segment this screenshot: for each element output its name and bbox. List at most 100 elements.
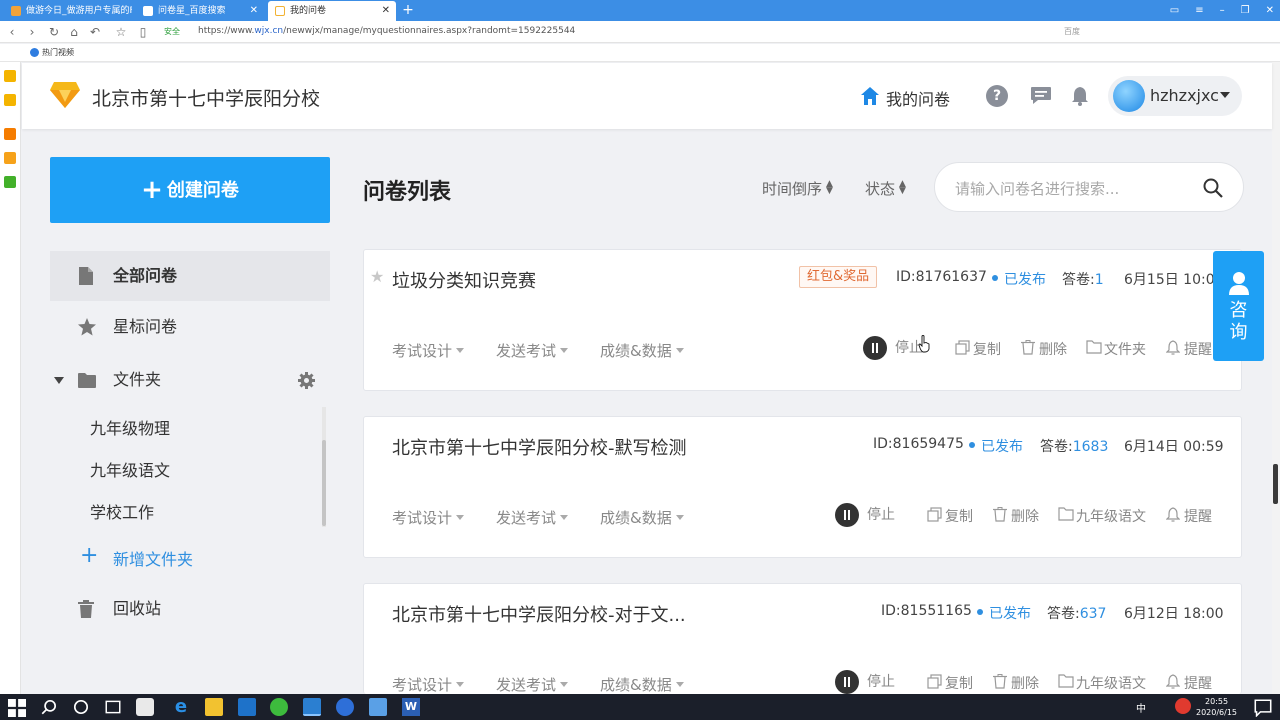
weibo-icon[interactable] <box>4 152 16 164</box>
answer-count[interactable]: 答卷:1683 <box>1040 436 1108 456</box>
ime-indicator[interactable]: 中 <box>1136 700 1146 715</box>
message-icon[interactable] <box>1030 86 1052 106</box>
notification-icon[interactable] <box>1254 699 1272 717</box>
browser-tab-3[interactable]: 我的问卷 ✕ <box>268 1 396 21</box>
copy-button[interactable]: 复制 <box>955 339 1001 359</box>
copy-button[interactable]: 复制 <box>927 506 973 526</box>
gear-icon[interactable] <box>298 372 315 389</box>
wechat-icon[interactable] <box>270 698 288 716</box>
design-dropdown[interactable]: 考试设计 <box>392 340 464 361</box>
sidebar-item-recycle-bin[interactable]: 回收站 <box>50 584 330 634</box>
url-field[interactable]: https://www.wjx.cn/newwjx/manage/myquest… <box>198 26 575 36</box>
search-icon[interactable] <box>40 698 58 716</box>
user-menu[interactable]: hzhzxjxc <box>1108 76 1242 116</box>
star-icon[interactable]: ☆ <box>114 24 128 40</box>
move-folder-button[interactable]: 文件夹 <box>1086 339 1146 359</box>
close-icon[interactable]: ✕ <box>250 1 258 21</box>
taskbar-clock[interactable]: 20:55 2020/6/15 <box>1196 696 1237 718</box>
subfolder-item[interactable]: 学校工作 <box>90 499 154 523</box>
move-folder-button[interactable]: 九年级语文 <box>1058 506 1146 526</box>
remind-button[interactable]: 提醒 <box>1166 339 1212 359</box>
app-icon[interactable] <box>4 176 16 188</box>
close-icon[interactable]: ✕ <box>382 1 390 21</box>
design-dropdown[interactable]: 考试设计 <box>392 674 464 695</box>
bookmark-item[interactable]: 热门视频 <box>30 47 74 58</box>
close-icon[interactable]: ✕ <box>1266 0 1274 21</box>
send-dropdown[interactable]: 发送考试 <box>496 507 568 528</box>
app-icon[interactable] <box>336 698 354 716</box>
subfolder-item[interactable]: 九年级物理 <box>90 415 170 439</box>
answer-count[interactable]: 答卷:637 <box>1047 603 1106 623</box>
send-dropdown[interactable]: 发送考试 <box>496 340 568 361</box>
sort-by-time[interactable]: 时间倒序 ▲ ▼ <box>762 178 833 199</box>
file-explorer-icon[interactable] <box>205 698 223 716</box>
answer-count[interactable]: 答卷:1 <box>1062 269 1104 289</box>
delete-button[interactable]: 删除 <box>1021 339 1067 359</box>
home-icon[interactable]: ⌂ <box>67 24 81 40</box>
stop-button[interactable]: 停止 <box>835 670 895 694</box>
design-dropdown[interactable]: 考试设计 <box>392 507 464 528</box>
move-folder-button[interactable]: 九年级语文 <box>1058 673 1146 693</box>
app-icon[interactable] <box>369 698 387 716</box>
create-survey-button[interactable]: + 创建问卷 <box>50 157 330 223</box>
star-icon[interactable]: ★ <box>370 267 384 286</box>
stop-button[interactable]: 停止 <box>863 336 923 360</box>
survey-title[interactable]: 垃圾分类知识竞赛 <box>392 267 536 293</box>
remind-button[interactable]: 提醒 <box>1166 673 1212 693</box>
sidebar-item-all-surveys[interactable]: 全部问卷 <box>50 251 330 301</box>
sidebar-item-folders[interactable]: 文件夹 <box>50 355 330 405</box>
copy-button[interactable]: 复制 <box>927 673 973 693</box>
survey-title[interactable]: 北京市第十七中学辰阳分校-默写检测 <box>392 434 687 460</box>
restore-icon[interactable]: ▭ <box>1170 0 1179 21</box>
help-icon[interactable]: ? <box>986 85 1008 107</box>
delete-button[interactable]: 删除 <box>993 673 1039 693</box>
cortana-icon[interactable] <box>72 698 90 716</box>
minimize-icon[interactable]: – <box>1220 0 1225 21</box>
page-icon[interactable]: ▯ <box>136 24 150 40</box>
app-tray-icon[interactable] <box>1175 698 1191 714</box>
delete-button[interactable]: 删除 <box>993 506 1039 526</box>
results-dropdown[interactable]: 成绩&数据 <box>600 674 684 695</box>
edge-icon[interactable]: e <box>172 698 190 716</box>
maximize-icon[interactable]: ❐ <box>1241 0 1250 21</box>
sort-by-status[interactable]: 状态 ▲ ▼ <box>865 178 906 199</box>
my-surveys-link[interactable]: 我的问卷 <box>860 86 950 110</box>
reload-icon[interactable]: ↻ <box>47 24 61 40</box>
new-folder-button[interactable]: + 新增文件夹 <box>80 543 193 570</box>
survey-title[interactable]: 北京市第十七中学辰阳分校-对于文... <box>392 601 686 627</box>
favorites-icon[interactable] <box>4 70 16 82</box>
new-tab-button[interactable]: + <box>400 0 416 20</box>
logo-icon <box>50 82 80 108</box>
page-scrollbar-thumb[interactable] <box>1273 464 1278 504</box>
search-icon[interactable] <box>1203 178 1223 198</box>
notes-icon[interactable] <box>4 94 16 106</box>
subfolder-item[interactable]: 九年级语文 <box>90 457 170 481</box>
page-scrollbar[interactable] <box>1272 62 1280 694</box>
windows-start-icon[interactable] <box>8 699 26 717</box>
rss-icon[interactable] <box>4 128 16 140</box>
browser-tab-1[interactable]: 做游今日_做游用户专属的F <box>4 1 132 21</box>
consult-button[interactable]: 咨询 <box>1213 251 1264 361</box>
browser-tab-2[interactable]: 问卷星_百度搜索 ✕ <box>136 1 264 21</box>
copy-icon <box>927 507 942 522</box>
bell-icon[interactable] <box>1070 85 1090 107</box>
task-view-icon[interactable] <box>104 698 122 716</box>
send-dropdown[interactable]: 发送考试 <box>496 674 568 695</box>
menu-icon[interactable]: ≡ <box>1195 0 1203 21</box>
back-icon[interactable]: ‹ <box>5 24 19 40</box>
undo-icon[interactable]: ↶ <box>88 24 102 40</box>
stop-button[interactable]: 停止 <box>835 503 895 527</box>
results-dropdown[interactable]: 成绩&数据 <box>600 340 684 361</box>
browser-search-input[interactable]: 百度 <box>1060 24 1184 40</box>
survey-search-input[interactable]: 请输入问卷名进行搜索... <box>934 162 1244 212</box>
browser-app-icon[interactable] <box>303 698 321 716</box>
forward-icon[interactable]: › <box>25 24 39 40</box>
remind-button[interactable]: 提醒 <box>1166 506 1212 526</box>
sidebar-item-starred[interactable]: 星标问卷 <box>50 302 330 352</box>
results-dropdown[interactable]: 成绩&数据 <box>600 507 684 528</box>
folder-scrollbar-thumb[interactable] <box>322 440 326 526</box>
mail-icon[interactable] <box>238 698 256 716</box>
browser-side-panel <box>0 62 21 694</box>
app-icon[interactable] <box>136 698 154 716</box>
word-icon[interactable]: W <box>402 698 420 716</box>
